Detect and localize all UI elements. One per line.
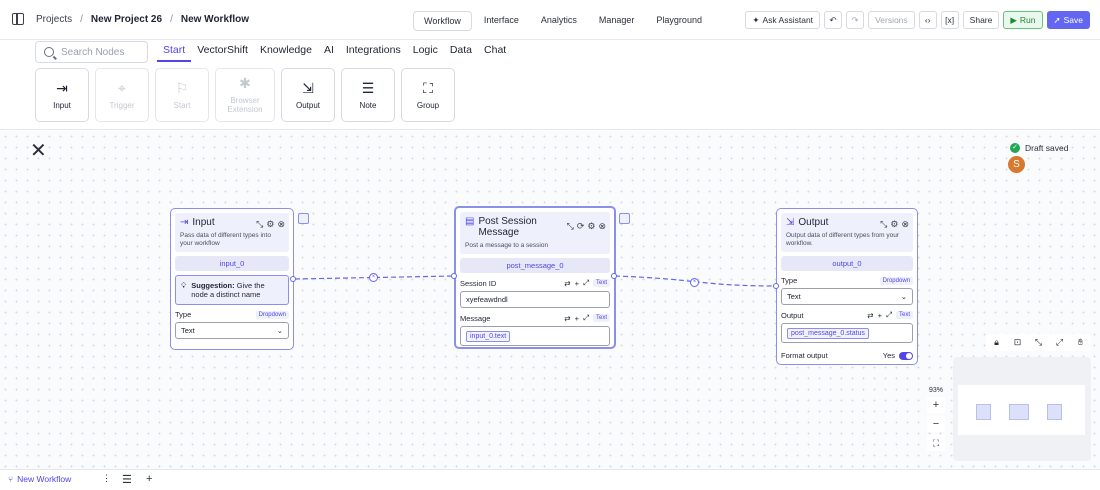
plus-icon[interactable]: + [878,311,882,320]
branch-icon: ⑂ [8,474,14,484]
type-label: Type [175,310,192,319]
link-icon[interactable]: ⇄ [564,314,570,323]
type-badge: Dropdown [255,310,289,319]
gear-icon[interactable]: ⚙ [587,221,595,232]
minimap-icon[interactable]: ⊡ [1007,334,1028,351]
lightbulb-icon: 💡︎ [181,281,187,290]
close-icon[interactable]: ⊗ [901,219,909,230]
chevron-down-icon: ⌄ [900,292,907,301]
link-icon[interactable]: ⇄ [564,279,570,288]
collapse-icon[interactable]: ⤡ [256,219,263,230]
plus-icon[interactable]: + [575,314,579,323]
node-panel-icon[interactable] [298,213,309,224]
type-label: Type [781,276,798,285]
minimap-node [1009,404,1029,420]
minimap-node [1047,404,1062,420]
format-output-label: Format output [781,351,828,360]
zoom-level: 93% [928,387,943,394]
gear-icon[interactable]: ⚙ [266,219,274,230]
message-field[interactable]: input_0.text [460,326,610,346]
output-label: Output [781,310,804,320]
input-node[interactable]: ⇥ Input Pass data of different types into… [170,208,294,350]
expand-icon[interactable]: ⤢ [583,313,589,323]
zoom-in-button[interactable]: + [927,397,945,413]
node-header: ▤ Post Session Message Post a message to … [460,212,610,254]
variable-token[interactable]: input_0.text [466,330,511,342]
edge-remove-icon[interactable]: × [690,278,699,287]
minimap-node [976,404,991,420]
node-tools: ⤡ ⚙ ⊗ [256,219,285,230]
node-tools: ⤡ ⚙ ⊗ [880,219,909,230]
suggestion-box: 💡︎ Suggestion: Give the node a distinct … [175,275,289,305]
minimap-viewport [958,385,1085,435]
expand-icon[interactable]: ⤢ [886,310,892,320]
canvas-controls: 🔒︎ ⊡ ⤡ ⤢ ✋︎ [986,334,1091,351]
shrink-icon[interactable]: ⤡ [1028,334,1049,351]
expand-icon[interactable]: ⤢ [583,278,589,288]
gear-icon[interactable]: ⚙ [890,219,898,230]
output-icon: ⇲ [786,217,795,228]
format-output-toggle[interactable] [899,351,913,360]
input-handle[interactable] [773,283,779,289]
message-icon: ▤ [465,216,475,227]
session-id-label: Session ID [460,278,497,288]
variable-token[interactable]: post_message_0.status [787,327,869,339]
type-select[interactable]: Text ⌄ [175,322,289,339]
close-icon[interactable]: ⊗ [277,219,285,230]
zoom-out-button[interactable]: − [927,416,945,432]
message-label: Message [460,313,491,323]
fit-view-button[interactable]: ⛶ [927,435,945,451]
node-panel-icon[interactable] [619,213,630,224]
post-session-message-node[interactable]: ▤ Post Session Message Post a message to … [454,206,616,349]
type-select[interactable]: Text ⌄ [781,288,913,305]
node-name[interactable]: output_0 [781,256,913,271]
input-icon: ⇥ [180,217,189,228]
link-icon[interactable]: ⇄ [867,311,873,320]
bottom-bar: ⑂ New Workflow ⋮ ☰ + [0,469,1100,490]
session-id-field[interactable]: xyefeawdndl [460,291,610,308]
type-badge: Dropdown [879,276,913,285]
plus-icon[interactable]: + [575,279,579,288]
node-tools: ⤡ ⟳ ⚙ ⊗ [567,221,606,232]
minimap[interactable] [953,357,1091,461]
output-handle[interactable] [611,273,617,279]
lock-icon[interactable]: 🔒︎ [986,334,1007,351]
close-icon[interactable]: ⊗ [598,221,606,232]
input-handle[interactable] [451,273,457,279]
edge-remove-icon[interactable]: × [369,273,378,282]
collapse-icon[interactable]: ⤡ [880,219,887,230]
workflow-tab[interactable]: ⑂ New Workflow [8,474,71,484]
hand-icon[interactable]: ✋︎ [1070,334,1091,351]
add-tab-icon[interactable]: + [146,473,152,485]
output-handle[interactable] [290,276,296,282]
output-node[interactable]: ⇲ Output Output data of different types f… [776,208,918,365]
node-name[interactable]: input_0 [175,256,289,271]
node-name[interactable]: post_message_0 [460,258,610,273]
refresh-icon[interactable]: ⟳ [577,221,585,232]
more-icon[interactable]: ⋮ [102,473,111,484]
output-field[interactable]: post_message_0.status [781,323,913,343]
collapse-icon[interactable]: ⤡ [567,221,574,232]
chevron-down-icon: ⌄ [276,326,283,335]
list-icon[interactable]: ☰ [122,473,132,486]
expand-icon[interactable]: ⤢ [1049,334,1070,351]
zoom-controls: 93% + − ⛶ [926,387,946,451]
